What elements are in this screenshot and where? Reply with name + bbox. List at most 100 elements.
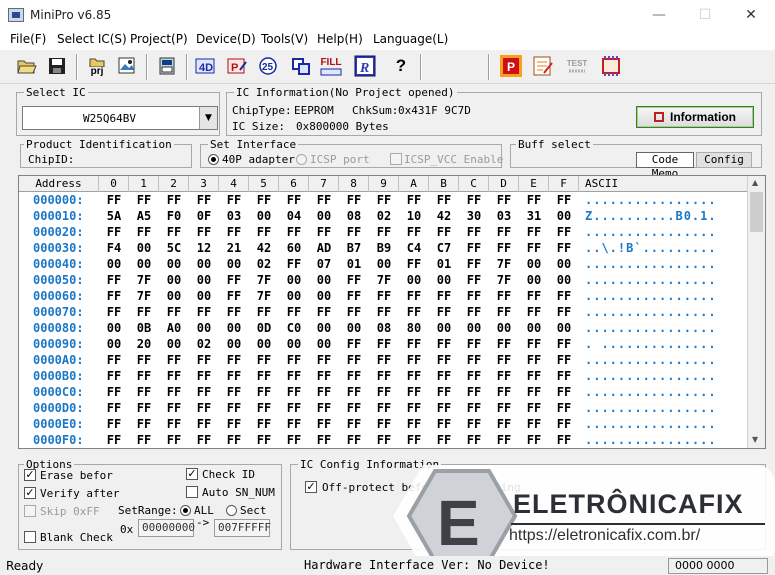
hex-byte[interactable]: FF bbox=[519, 385, 549, 399]
hex-byte[interactable]: FF bbox=[489, 337, 519, 351]
hex-byte[interactable]: FF bbox=[129, 385, 159, 399]
hex-byte[interactable]: FF bbox=[129, 369, 159, 383]
hex-byte[interactable]: FF bbox=[459, 385, 489, 399]
hex-byte[interactable]: 00 bbox=[309, 273, 339, 287]
hex-byte[interactable]: FF bbox=[189, 417, 219, 431]
hex-byte[interactable]: FF bbox=[249, 369, 279, 383]
hex-byte[interactable]: FF bbox=[399, 257, 429, 271]
hex-byte[interactable]: FF bbox=[99, 273, 129, 287]
hex-byte[interactable]: FF bbox=[429, 401, 459, 415]
hex-byte[interactable]: 7F bbox=[489, 257, 519, 271]
hex-byte[interactable]: FF bbox=[369, 353, 399, 367]
hex-byte[interactable]: FF bbox=[369, 225, 399, 239]
hex-byte[interactable]: 80 bbox=[399, 321, 429, 335]
hex-byte[interactable]: 00 bbox=[369, 257, 399, 271]
menu-device[interactable]: Device(D) bbox=[196, 32, 256, 46]
menu-tools[interactable]: Tools(V) bbox=[261, 32, 308, 46]
hex-byte[interactable]: FF bbox=[219, 305, 249, 319]
hex-byte[interactable]: 00 bbox=[129, 241, 159, 255]
hex-byte[interactable]: FF bbox=[429, 193, 459, 207]
hex-byte[interactable]: FF bbox=[519, 225, 549, 239]
hex-byte[interactable]: FF bbox=[339, 273, 369, 287]
hex-byte[interactable]: 00 bbox=[99, 337, 129, 351]
hex-byte[interactable]: 00 bbox=[549, 209, 579, 223]
chevron-down-icon[interactable]: ▼ bbox=[199, 107, 217, 129]
read-chip-icon[interactable]: 4D bbox=[192, 53, 218, 79]
hex-byte[interactable]: FF bbox=[399, 385, 429, 399]
hex-byte[interactable]: 00 bbox=[339, 321, 369, 335]
hex-byte[interactable]: FF bbox=[549, 433, 579, 447]
hex-byte[interactable]: 7F bbox=[129, 273, 159, 287]
hex-byte[interactable]: FF bbox=[369, 433, 399, 447]
icsp-vcc-checkbox[interactable] bbox=[390, 153, 402, 165]
hex-byte[interactable]: FF bbox=[129, 353, 159, 367]
hex-byte[interactable]: FF bbox=[549, 289, 579, 303]
save-project-icon[interactable] bbox=[114, 53, 140, 79]
hex-byte[interactable]: FF bbox=[249, 353, 279, 367]
hex-byte[interactable]: 00 bbox=[159, 289, 189, 303]
hex-byte[interactable]: 00 bbox=[249, 337, 279, 351]
menu-project[interactable]: Project(P) bbox=[130, 32, 188, 46]
hex-byte[interactable]: FF bbox=[99, 193, 129, 207]
hex-byte[interactable]: 00 bbox=[549, 321, 579, 335]
chip-select-combo[interactable]: W25Q64BV ▼ bbox=[22, 106, 218, 130]
hex-byte[interactable]: FF bbox=[459, 289, 489, 303]
hex-byte[interactable]: FF bbox=[489, 385, 519, 399]
hex-byte[interactable]: FF bbox=[399, 369, 429, 383]
hex-ascii[interactable]: ................ bbox=[585, 353, 717, 367]
register-icon[interactable]: R bbox=[352, 53, 378, 79]
hex-byte[interactable]: FF bbox=[189, 305, 219, 319]
hex-byte[interactable]: FF bbox=[489, 225, 519, 239]
check-id-checkbox[interactable]: ✓ bbox=[186, 468, 198, 480]
range-sect-radio[interactable] bbox=[226, 505, 237, 516]
hex-byte[interactable]: FF bbox=[549, 241, 579, 255]
hex-byte[interactable]: 31 bbox=[519, 209, 549, 223]
hex-byte[interactable]: FF bbox=[399, 193, 429, 207]
hex-byte[interactable]: FF bbox=[459, 369, 489, 383]
hex-ascii[interactable]: ................ bbox=[585, 417, 717, 431]
skip-ff-checkbox[interactable] bbox=[24, 505, 36, 517]
erase-chip-icon[interactable] bbox=[288, 53, 314, 79]
hex-byte[interactable]: FF bbox=[159, 401, 189, 415]
hex-byte[interactable]: FF bbox=[249, 401, 279, 415]
hex-byte[interactable]: FF bbox=[189, 433, 219, 447]
hex-byte[interactable]: 00 bbox=[549, 257, 579, 271]
hex-byte[interactable]: FF bbox=[459, 193, 489, 207]
hex-ascii[interactable]: ................ bbox=[585, 321, 717, 335]
hex-byte[interactable]: FF bbox=[249, 385, 279, 399]
hex-byte[interactable]: F0 bbox=[159, 209, 189, 223]
open-project-icon[interactable]: prj bbox=[84, 53, 110, 79]
hex-byte[interactable]: 00 bbox=[519, 321, 549, 335]
hex-byte[interactable]: 01 bbox=[429, 257, 459, 271]
hex-byte[interactable]: FF bbox=[549, 369, 579, 383]
hex-byte[interactable]: FF bbox=[189, 385, 219, 399]
auto-sn-checkbox[interactable] bbox=[186, 486, 198, 498]
hex-byte[interactable]: 07 bbox=[309, 257, 339, 271]
hex-byte[interactable]: FF bbox=[249, 193, 279, 207]
hex-byte[interactable]: 0F bbox=[189, 209, 219, 223]
hex-byte[interactable]: 10 bbox=[399, 209, 429, 223]
hex-byte[interactable]: FF bbox=[399, 417, 429, 431]
hex-byte[interactable]: 00 bbox=[159, 257, 189, 271]
hex-byte[interactable]: FF bbox=[369, 193, 399, 207]
hex-byte[interactable]: 03 bbox=[219, 209, 249, 223]
hex-byte[interactable]: 7F bbox=[249, 289, 279, 303]
hex-byte[interactable]: 04 bbox=[279, 209, 309, 223]
hex-byte[interactable]: 7F bbox=[369, 273, 399, 287]
hex-ascii[interactable]: ................ bbox=[585, 193, 717, 207]
hex-byte[interactable]: FF bbox=[519, 369, 549, 383]
hex-byte[interactable]: FF bbox=[429, 225, 459, 239]
hex-byte[interactable]: FF bbox=[339, 369, 369, 383]
scroll-thumb[interactable] bbox=[750, 192, 763, 232]
radio-icsp-port[interactable] bbox=[296, 154, 307, 165]
hex-byte[interactable]: A0 bbox=[159, 321, 189, 335]
fill-buffer-icon[interactable]: FILL bbox=[318, 53, 344, 79]
hex-byte[interactable]: FF bbox=[339, 225, 369, 239]
hex-byte[interactable]: 00 bbox=[459, 321, 489, 335]
hex-ascii[interactable]: ................ bbox=[585, 225, 717, 239]
hex-byte[interactable]: FF bbox=[489, 305, 519, 319]
hex-byte[interactable]: FF bbox=[519, 433, 549, 447]
hex-byte[interactable]: FF bbox=[219, 385, 249, 399]
range-start-input[interactable]: 00000000 bbox=[138, 519, 195, 537]
hex-byte[interactable]: FF bbox=[159, 417, 189, 431]
